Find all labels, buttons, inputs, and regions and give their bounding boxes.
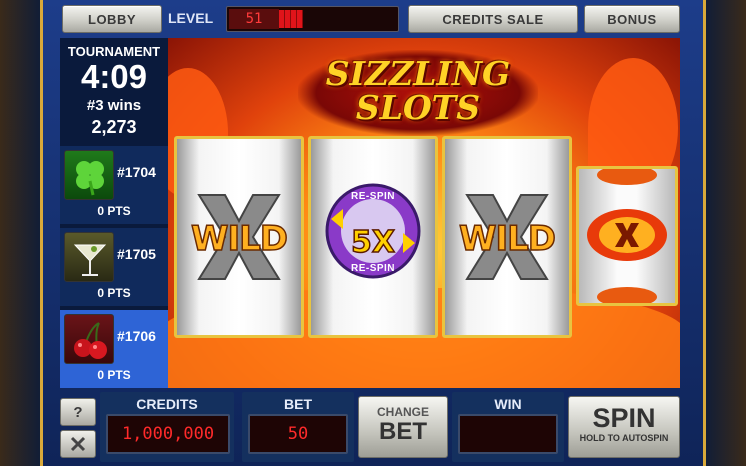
tournament-panel: TOURNAMENT 4:09 #3 wins 2,273 #1704 0 PT…: [60, 38, 168, 388]
level-meter: 51: [226, 6, 399, 32]
spin-label: SPIN: [592, 403, 656, 433]
bet-label: BET: [284, 396, 312, 412]
logo-line-2: SLOTS: [355, 88, 481, 127]
credits-label: CREDITS: [136, 396, 198, 412]
respin-multiplier: 5X: [350, 224, 396, 261]
reel-3: WILD: [442, 136, 572, 338]
tournament-title: TOURNAMENT: [67, 44, 161, 59]
game-logo: SIZZLING SLOTS: [298, 50, 538, 136]
autospin-hint: HOLD TO AUTOSPIN: [579, 433, 669, 443]
reel-1: WILD: [174, 136, 304, 338]
change-bet-line-2: BET: [379, 418, 427, 445]
lobby-button[interactable]: LOBBY: [62, 5, 162, 33]
slot-game-area: SIZZLING SLOTS WILD RE-SPIN 5X RE-SPIN W…: [168, 38, 680, 388]
wild-symbol: WILD: [190, 218, 289, 260]
credits-sale-button[interactable]: CREDITS SALE: [408, 5, 578, 33]
bonus-reel: [576, 166, 678, 306]
tournament-wins: #3 wins: [86, 97, 142, 114]
entry-points: 0 PTS: [97, 368, 131, 382]
entry-points: 0 PTS: [97, 204, 131, 218]
level-value: 51: [229, 9, 279, 29]
martini-icon: [64, 232, 114, 282]
respin-top-label: RE-SPIN: [350, 191, 396, 202]
credits-value: 1,000,000: [106, 414, 230, 454]
level-progress-bar: [279, 10, 303, 28]
entry-points: 0 PTS: [97, 286, 131, 300]
tools-icon: [70, 436, 86, 452]
leaderboard-entry[interactable]: #1704 0 PTS: [60, 146, 168, 224]
spin-button[interactable]: SPIN HOLD TO AUTOSPIN: [568, 396, 680, 458]
wild-symbol: WILD: [458, 218, 557, 260]
entry-rank: #1705: [117, 246, 156, 262]
tournament-score: 2,273: [91, 117, 137, 137]
win-value: [458, 414, 558, 454]
reel-2: RE-SPIN 5X RE-SPIN: [308, 136, 438, 338]
bet-value: 50: [248, 414, 348, 454]
level-label: LEVEL: [168, 10, 214, 26]
cherries-icon: [64, 314, 114, 364]
x-icon: [587, 169, 667, 303]
bottom-bar: ? CREDITS 1,000,000 BET 50 CHANGE BET WI…: [60, 392, 684, 466]
win-label: WIN: [494, 396, 522, 412]
change-bet-button[interactable]: CHANGE BET: [358, 396, 448, 458]
settings-tools-button[interactable]: [60, 430, 96, 458]
change-bet-line-1: CHANGE: [376, 405, 429, 419]
leaderboard-entry-active[interactable]: #1706 0 PTS: [60, 310, 168, 388]
clover-icon: [64, 150, 114, 200]
respin-bottom-label: RE-SPIN: [350, 263, 396, 274]
entry-rank: #1706: [117, 328, 156, 344]
leaderboard-entry[interactable]: #1705 0 PTS: [60, 228, 168, 306]
help-button[interactable]: ?: [60, 398, 96, 426]
bonus-button[interactable]: BONUS: [584, 5, 680, 33]
tournament-timer: 4:09: [80, 58, 148, 95]
entry-rank: #1704: [117, 164, 156, 180]
